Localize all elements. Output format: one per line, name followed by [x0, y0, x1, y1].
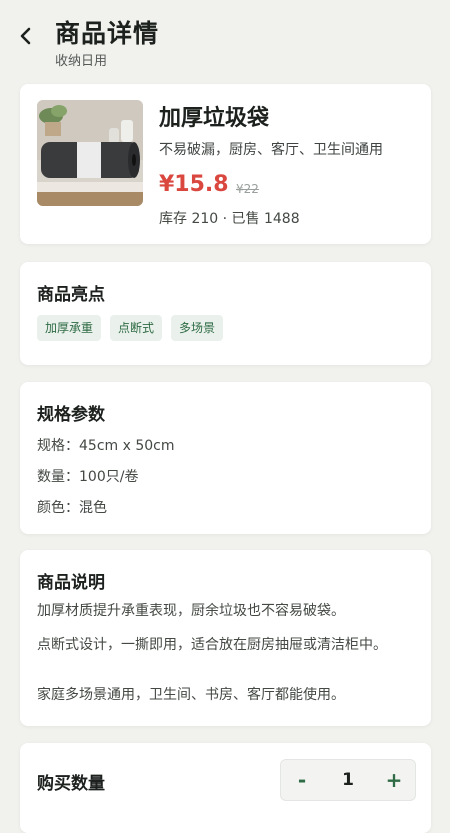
product-tagline: 不易破漏，厨房、客厅、卫生间通用 [159, 142, 383, 158]
quantity-value: 1 [342, 770, 354, 790]
quantity-card: 购买数量 - 1 + [20, 743, 431, 833]
highlight-tag: 加厚承重 [37, 315, 102, 341]
section-title-specs: 规格参数 [37, 405, 105, 425]
page-subtitle: 收纳日用 [55, 54, 108, 69]
highlights-card: 商品亮点 加厚承重 点断式 多场景 [20, 262, 431, 365]
page-header: 商品详情 收纳日用 [0, 0, 450, 80]
description-card: 商品说明 加厚材质提升承重表现，厨余垃圾也不容易破袋。 点断式设计，一撕即用，适… [20, 550, 431, 726]
product-image [37, 100, 143, 206]
original-price: ¥22 [236, 182, 259, 196]
spec-size: 规格：45cm x 50cm [37, 438, 175, 454]
section-title-description: 商品说明 [37, 573, 105, 593]
page-title: 商品详情 [55, 19, 160, 48]
description-line: 加厚材质提升承重表现，厨余垃圾也不容易破袋。 [37, 603, 345, 619]
highlight-tag: 多场景 [171, 315, 224, 341]
product-price: ¥15.8 [159, 172, 229, 197]
increment-button[interactable]: + [373, 760, 415, 800]
back-button[interactable] [12, 22, 40, 50]
tag-list: 加厚承重 点断式 多场景 [37, 315, 224, 341]
specs-card: 规格参数 规格：45cm x 50cm 数量：100只/卷 颜色：混色 [20, 382, 431, 534]
quantity-stepper[interactable]: - 1 + [280, 759, 416, 801]
section-title-highlights: 商品亮点 [37, 285, 105, 305]
stock-sales-info: 库存 210 · 已售 1488 [159, 211, 300, 227]
product-card[interactable]: 加厚垃圾袋 不易破漏，厨房、客厅、卫生间通用 ¥15.8 ¥22 库存 210 … [20, 84, 431, 244]
description-line: 家庭多场景通用，卫生间、书房、客厅都能使用。 [37, 687, 345, 703]
highlight-tag: 点断式 [110, 315, 163, 341]
decrement-button[interactable]: - [281, 760, 323, 800]
section-title-quantity: 购买数量 [37, 774, 105, 794]
spec-color: 颜色：混色 [37, 500, 107, 516]
product-name: 加厚垃圾袋 [159, 106, 270, 131]
chevron-left-icon [20, 27, 31, 45]
description-line: 点断式设计，一撕即用，适合放在厨房抽屉或清洁柜中。 [37, 637, 387, 653]
spec-quantity: 数量：100只/卷 [37, 469, 139, 485]
